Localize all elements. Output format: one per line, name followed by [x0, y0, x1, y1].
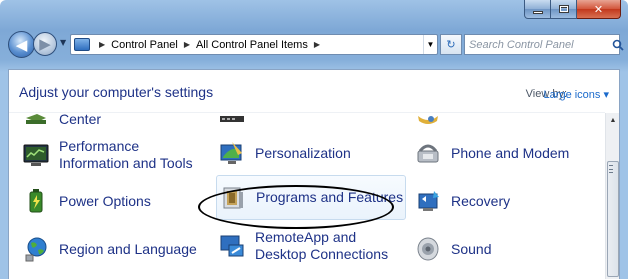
item-partial-right[interactable] — [413, 113, 451, 134]
address-bar[interactable]: ▶ Control Panel ▶ All Control Panel Item… — [70, 34, 438, 55]
region-language-globe-icon — [21, 234, 51, 264]
item-recovery[interactable]: Recovery — [413, 186, 510, 216]
performance-meter-icon — [21, 140, 51, 170]
recent-pages-dropdown[interactable]: ▼ — [60, 38, 66, 47]
item-remoteapp-and-desktop[interactable]: RemoteApp and Desktop Connections — [217, 229, 407, 263]
scroll-up-arrow-icon[interactable]: ▲ — [606, 117, 620, 124]
partial-device-icon — [217, 113, 247, 134]
maximize-icon — [558, 5, 569, 13]
navigation-bar: ◀ ▶ ▼ ▶ Control Panel ▶ All Control Pane… — [8, 27, 624, 61]
item-performance-information[interactable]: Performance Information and Tools — [21, 138, 211, 172]
phone-modem-icon — [413, 138, 443, 168]
forward-button[interactable]: ▶ — [33, 32, 57, 56]
item-personalization[interactable]: Personalization — [217, 138, 351, 168]
items-grid: Center Performance Information and Tools… — [9, 113, 605, 279]
power-options-icon — [21, 186, 51, 216]
chevron-down-icon: ▼ — [60, 38, 67, 47]
breadcrumb-control-panel[interactable]: Control Panel — [111, 39, 178, 51]
page-title: Adjust your computer's settings — [19, 84, 214, 100]
control-panel-window: ✕ ◀ ▶ ▼ ▶ Control Panel ▶ All Control Pa… — [0, 0, 628, 279]
view-by-dropdown[interactable]: Large icons ▾ — [544, 88, 609, 101]
item-programs-and-features[interactable]: Programs and Features — [216, 175, 406, 220]
search-icon[interactable] — [612, 39, 624, 51]
control-panel-icon — [74, 38, 90, 51]
vertical-scrollbar[interactable]: ▲ — [605, 113, 619, 279]
action-center-flag-icon — [21, 113, 51, 134]
address-history-dropdown[interactable]: ▼ — [423, 35, 437, 54]
item-phone-and-modem[interactable]: Phone and Modem — [413, 138, 569, 168]
maximize-button[interactable] — [551, 0, 577, 19]
item-sound[interactable]: Sound — [413, 234, 491, 264]
breadcrumb-all-items[interactable]: All Control Panel Items — [196, 39, 308, 51]
refresh-button[interactable]: ↻ — [440, 34, 462, 55]
refresh-icon: ↻ — [446, 38, 456, 51]
search-input[interactable] — [465, 35, 612, 54]
minimize-button[interactable] — [524, 0, 551, 19]
item-region-and-language[interactable]: Region and Language — [21, 234, 197, 264]
item-action-center[interactable]: Center — [21, 113, 101, 134]
recovery-icon — [413, 186, 443, 216]
item-power-options[interactable]: Power Options — [21, 186, 151, 216]
item-partial-middle[interactable] — [217, 113, 255, 134]
scrollbar-grip-icon — [609, 165, 613, 173]
breadcrumb-separator-icon[interactable]: ▶ — [99, 40, 105, 49]
remoteapp-icon — [217, 231, 247, 261]
chevron-down-icon: ▼ — [426, 40, 435, 49]
minimize-icon — [532, 10, 543, 14]
back-button[interactable]: ◀ — [8, 31, 35, 58]
partial-folder-icon — [413, 113, 443, 134]
breadcrumb-separator-icon[interactable]: ▶ — [314, 40, 320, 49]
scrollbar-thumb[interactable] — [607, 161, 619, 277]
back-arrow-icon: ◀ — [15, 35, 28, 54]
programs-features-icon — [218, 183, 248, 213]
close-button[interactable]: ✕ — [577, 0, 621, 19]
personalization-icon — [217, 138, 247, 168]
content-pane: Adjust your computer's settings View by:… — [8, 69, 620, 279]
close-icon: ✕ — [593, 2, 604, 16]
content-header: Adjust your computer's settings View by:… — [9, 70, 619, 112]
breadcrumb-separator-icon[interactable]: ▶ — [184, 40, 190, 49]
search-box[interactable] — [464, 34, 624, 55]
forward-arrow-icon: ▶ — [39, 35, 51, 53]
sound-speaker-icon — [413, 234, 443, 264]
caption-buttons: ✕ — [524, 0, 621, 19]
